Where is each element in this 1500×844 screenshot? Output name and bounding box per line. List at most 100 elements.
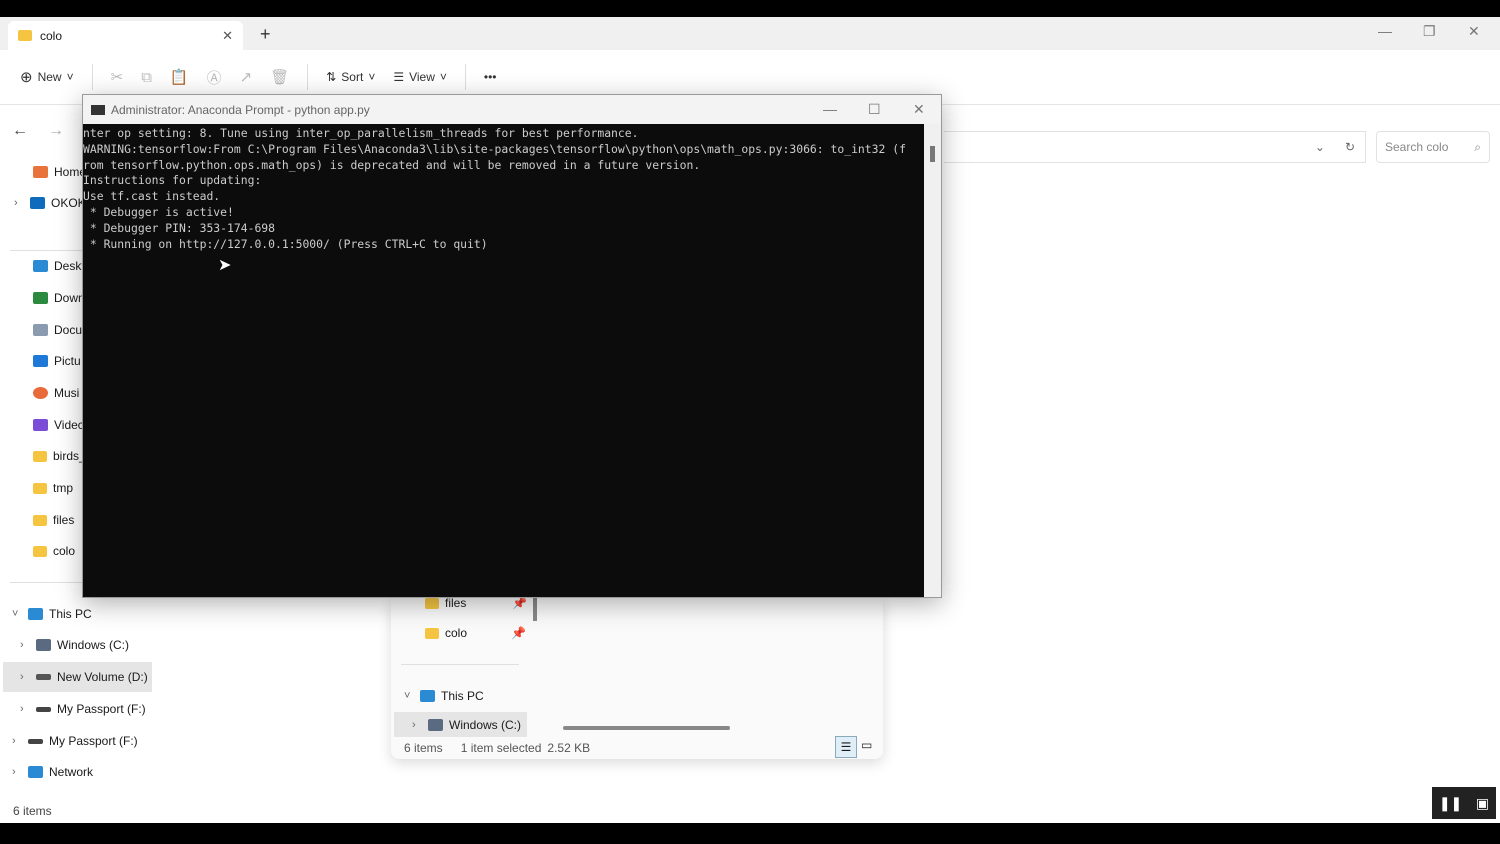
terminal-output[interactable]: nter op setting: 8. Tune using inter_op_…	[83, 124, 926, 252]
document-icon	[33, 324, 48, 336]
sidebar-item-pictures[interactable]: Pictu	[33, 346, 81, 376]
sidebar-item-files[interactable]: files	[33, 505, 74, 535]
search-placeholder: Search colo	[1385, 140, 1449, 154]
sidebar-item-birds[interactable]: birds_	[33, 441, 86, 471]
tree-label: This PC	[441, 689, 484, 703]
chevron-right-icon[interactable]: ›	[12, 735, 22, 747]
plus-circle-icon: ⊕	[20, 69, 33, 86]
cut-icon[interactable]: ✂	[111, 68, 124, 86]
sub-item-colo[interactable]: colo 📌	[425, 618, 526, 648]
network-icon	[28, 766, 43, 778]
sidebar-item-desktop[interactable]: Deskt	[33, 251, 85, 281]
screen-icon[interactable]: ▣	[1476, 795, 1489, 812]
terminal-icon	[91, 104, 105, 115]
divider	[307, 64, 309, 90]
chevron-right-icon[interactable]: ›	[412, 719, 422, 731]
details-view-icon[interactable]: ☰	[835, 736, 857, 758]
close-button[interactable]: ✕	[913, 101, 925, 118]
sort-button[interactable]: ⇅ Sort ˅	[326, 70, 375, 84]
tiles-view-icon[interactable]: ▭	[861, 738, 872, 752]
drive-icon	[428, 718, 443, 731]
sidebar-item-videos[interactable]: Videc	[33, 410, 84, 440]
paste-icon[interactable]: 📋	[170, 68, 189, 86]
sidebar-item-documents[interactable]: Docu	[33, 315, 82, 345]
tree-windows-c[interactable]: › Windows (C:)	[20, 630, 129, 660]
close-button[interactable]: ✕	[1468, 23, 1480, 40]
pause-icon[interactable]: ❚❚	[1439, 795, 1462, 812]
more-button[interactable]: •••	[484, 70, 497, 84]
new-label: New	[37, 70, 62, 84]
tab-bar: colo ✕ + — ❐ ✕	[0, 17, 1500, 50]
delete-icon[interactable]: 🗑	[270, 68, 289, 86]
maximize-button[interactable]: ☐	[868, 101, 881, 118]
chevron-right-icon[interactable]: ›	[12, 766, 22, 778]
sort-label: Sort	[341, 70, 364, 84]
sub-status-bar: 6 items 1 item selected 2.52 KB	[404, 741, 590, 755]
sidebar-item-tmp[interactable]: tmp	[33, 473, 73, 503]
chevron-down-icon[interactable]: ˅	[404, 690, 414, 702]
folder-icon	[18, 30, 32, 41]
sidebar-item-music[interactable]: Musi	[33, 378, 79, 408]
minimize-button[interactable]: —	[823, 101, 837, 117]
sidebar-label: Pictu	[54, 354, 81, 368]
chevron-right-icon[interactable]: ›	[20, 671, 30, 683]
back-icon[interactable]: ←	[12, 122, 28, 140]
sidebar-label: files	[53, 513, 75, 527]
sidebar-item-home[interactable]: Home	[33, 157, 86, 187]
scrollbar-thumb[interactable]	[533, 597, 537, 621]
search-input[interactable]: Search colo ⌕	[1376, 131, 1490, 163]
drive-icon	[28, 738, 43, 744]
tree-this-pc[interactable]: ˅ This PC	[12, 599, 92, 629]
home-icon	[33, 166, 48, 178]
tree-my-passport-f-2[interactable]: › My Passport (F:)	[12, 726, 138, 756]
sidebar-label: tmp	[53, 481, 74, 495]
copy-icon[interactable]: ⧉	[141, 69, 152, 86]
tree-new-volume-d[interactable]: › New Volume (D:)	[3, 662, 152, 692]
sidebar-item-colo[interactable]: colo	[33, 536, 75, 566]
item-label: colo	[445, 626, 468, 640]
tree-label: This PC	[49, 607, 92, 621]
chevron-right-icon[interactable]: ›	[20, 639, 30, 651]
horizontal-scrollbar[interactable]	[563, 726, 730, 730]
chevron-down-icon[interactable]: ˅	[12, 608, 22, 620]
chevron-right-icon[interactable]: ›	[14, 197, 24, 209]
sub-tree-windows-c[interactable]: › Windows (C:)	[394, 712, 527, 737]
sub-tree-this-pc[interactable]: ˅ This PC	[404, 681, 484, 711]
restore-button[interactable]: ❐	[1423, 23, 1436, 40]
sidebar-label: birds_	[53, 449, 86, 463]
chevron-right-icon[interactable]: ›	[20, 703, 30, 715]
sidebar-item-downloads[interactable]: Down	[33, 283, 85, 313]
tree-network[interactable]: › Network	[12, 757, 93, 787]
folder-icon	[33, 514, 47, 526]
selection-count: 1 item selected	[460, 741, 542, 755]
new-button[interactable]: ⊕ New ˅	[20, 68, 74, 86]
folder-icon	[425, 597, 439, 609]
close-tab-icon[interactable]: ✕	[222, 28, 233, 44]
item-count: 6 items	[404, 741, 443, 755]
music-icon	[33, 387, 48, 399]
tree-label: My Passport (F:)	[49, 734, 138, 748]
rename-icon[interactable]: Ⓐ	[207, 67, 222, 88]
desktop-icon	[33, 260, 48, 272]
forward-icon[interactable]: →	[48, 122, 64, 140]
tab-title: colo	[40, 28, 63, 43]
tree-my-passport-f[interactable]: › My Passport (F:)	[20, 694, 146, 724]
folder-icon	[33, 545, 47, 557]
address-bar[interactable]: ⌄ ↻	[944, 131, 1366, 163]
terminal-titlebar[interactable]: Administrator: Anaconda Prompt - python …	[83, 95, 941, 124]
share-icon[interactable]: ↗	[240, 68, 253, 86]
chevron-down-icon[interactable]: ⌄	[1315, 140, 1325, 154]
scrollbar-thumb[interactable]	[930, 146, 935, 162]
refresh-icon[interactable]: ↻	[1345, 140, 1355, 154]
sidebar-item-onedrive[interactable]: › OKOK	[14, 188, 86, 218]
view-label: View	[409, 70, 435, 84]
sidebar-label: Deskt	[54, 259, 85, 273]
terminal-window[interactable]: Administrator: Anaconda Prompt - python …	[82, 94, 942, 598]
new-tab-button[interactable]: +	[260, 24, 271, 45]
tab-colo[interactable]: colo ✕	[8, 21, 243, 50]
view-button[interactable]: ☰ View ˅	[393, 70, 447, 84]
divider	[91, 64, 93, 90]
vertical-scrollbar[interactable]	[924, 124, 941, 597]
minimize-button[interactable]: —	[1378, 23, 1392, 39]
divider	[401, 664, 519, 665]
